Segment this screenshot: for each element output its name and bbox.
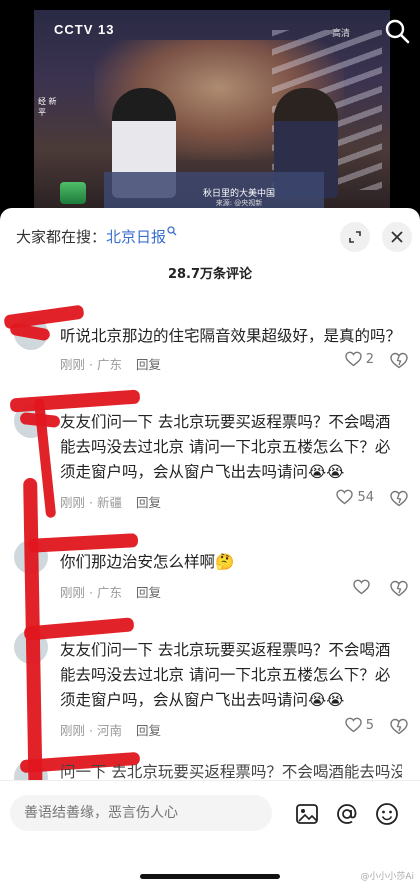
comment-meta: 刚刚 · 广东 回复	[60, 357, 161, 372]
comment-time: 刚刚	[60, 585, 86, 600]
comment-meta: 刚刚 · 河南 回复	[60, 723, 161, 738]
comment-input[interactable]	[10, 795, 272, 831]
expand-button[interactable]	[340, 222, 370, 252]
heart-icon	[345, 351, 362, 367]
search-icon	[167, 226, 177, 236]
search-icon[interactable]	[384, 18, 410, 44]
reply-button[interactable]: 回复	[136, 495, 161, 510]
comment-text: 你们那边治安怎么样啊🤔	[60, 553, 235, 571]
heart-icon	[345, 717, 362, 733]
image-icon[interactable]	[294, 801, 320, 827]
video-frame[interactable]: CCTV 13 高清 经 新 平 秋日里的大美中国 来源: @央视新	[34, 10, 390, 208]
comment-time: 刚刚	[60, 357, 86, 372]
channel-logo: CCTV 13	[54, 22, 115, 37]
comment-text: 友友们问一下 去北京玩要买返程票吗？不会喝酒能去吗没去过北京 请问一下北京五楼怎…	[60, 641, 391, 709]
side-tag: 经 新 平	[38, 97, 57, 117]
comment-item: 友友们问一下 去北京玩要买返程票吗？不会喝酒能去吗没去过北京 请问一下北京五楼怎…	[0, 617, 420, 752]
comment-location: 河南	[96, 723, 122, 738]
at-icon[interactable]	[334, 801, 360, 827]
comment-meta: 刚刚 · 广东 回复	[60, 585, 161, 600]
like-button[interactable]: 2	[345, 351, 374, 367]
like-button[interactable]: 5	[345, 717, 374, 733]
like-button[interactable]: 54	[336, 489, 374, 505]
reply-button[interactable]: 回复	[136, 723, 161, 738]
search-keyword[interactable]: 北京日报	[106, 228, 166, 246]
dislike-icon[interactable]	[390, 352, 408, 369]
watermark: @小小小莎Ai	[360, 872, 414, 882]
comment-text: 友友们问一下 去北京玩要买返程票吗？不会喝酒能去吗没去过北京 请问一下北京五楼怎…	[60, 413, 391, 481]
dislike-icon[interactable]	[390, 490, 408, 507]
comment-item: 友友们问一下 去北京玩要买返程票吗？不会喝酒能去吗没去过北京 请问一下北京五楼怎…	[0, 389, 420, 524]
trending-search[interactable]: 大家都在搜：北京日报	[16, 226, 177, 247]
search-prefix: 大家都在搜：	[16, 228, 107, 246]
like-count: 2	[365, 351, 374, 367]
like-count: 54	[357, 489, 374, 505]
video-source: 来源: @央视新	[215, 199, 263, 207]
station-logo-icon	[60, 182, 86, 204]
reply-button[interactable]: 回复	[136, 357, 161, 372]
comment-input-bar: @小小小莎Ai	[0, 780, 420, 888]
comment-text: 听说北京那边的住宅隔音效果超级好，是真的吗？	[60, 327, 402, 345]
reply-button[interactable]: 回复	[136, 585, 161, 600]
comment-item: 你们那边治安怎么样啊🤔 刚刚 · 广东 回复	[0, 533, 420, 616]
dislike-icon[interactable]	[390, 718, 408, 735]
dislike-icon[interactable]	[390, 580, 408, 597]
comment-item: 听说北京那边的住宅隔音效果超级好，是真的吗？ 刚刚 · 广东 回复 2	[0, 304, 420, 384]
comment-time: 刚刚	[60, 495, 86, 510]
comment-count: 28.7万条评论	[167, 267, 253, 282]
comment-location: 广东	[96, 357, 122, 372]
video-player[interactable]: CCTV 13 高清 经 新 平 秋日里的大美中国 来源: @央视新	[0, 0, 420, 208]
expand-icon	[349, 231, 361, 243]
hd-label: 高清	[331, 29, 350, 39]
close-icon	[391, 231, 403, 243]
emoji-icon[interactable]	[374, 801, 400, 827]
comment-location: 广东	[96, 585, 122, 600]
heart-icon	[353, 579, 370, 595]
close-button[interactable]	[382, 222, 412, 252]
heart-icon	[336, 489, 354, 505]
like-button[interactable]	[353, 579, 374, 595]
home-indicator[interactable]	[140, 874, 280, 879]
comment-meta: 刚刚 · 新疆 回复	[60, 495, 161, 510]
comment-location: 新疆	[96, 495, 122, 510]
like-count: 5	[365, 717, 374, 733]
comment-time: 刚刚	[60, 723, 86, 738]
